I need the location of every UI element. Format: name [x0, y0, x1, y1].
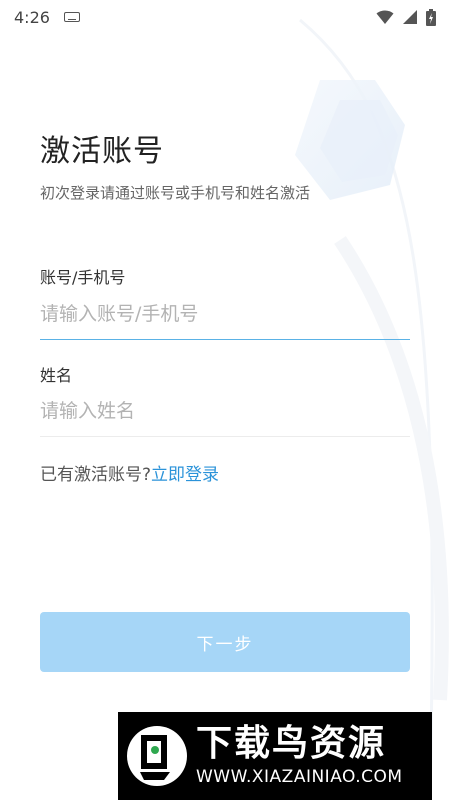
- name-underline: [40, 436, 410, 437]
- account-label: 账号/手机号: [40, 268, 126, 287]
- login-hint: 已有激活账号?立即登录: [40, 460, 219, 485]
- name-input[interactable]: [40, 389, 410, 433]
- name-label: 姓名: [40, 366, 73, 385]
- wifi-icon: [376, 10, 394, 24]
- keyboard-icon: [63, 12, 80, 22]
- account-underline: [40, 339, 410, 340]
- activate-account-screen: 4:26 激活账号 初次登录请通过账号或手机号和姓名激活 账号/手机号 姓名 已…: [0, 0, 450, 800]
- account-input[interactable]: [40, 292, 410, 336]
- next-button[interactable]: 下一步: [40, 612, 410, 672]
- battery-icon: [426, 8, 436, 26]
- watermark-banner: 下载鸟资源 WWW.XIAZAINIAO.COM: [118, 712, 432, 800]
- login-hint-text: 已有激活账号?: [40, 465, 152, 485]
- page-subtitle: 初次登录请通过账号或手机号和姓名激活: [40, 184, 311, 202]
- watermark-title: 下载鸟资源: [196, 723, 387, 764]
- watermark-url: WWW.XIAZAINIAO.COM: [196, 767, 403, 787]
- bird-logo-icon: [127, 726, 187, 786]
- login-now-link[interactable]: 立即登录: [151, 465, 219, 485]
- status-time: 4:26: [14, 7, 50, 27]
- signal-icon: [403, 10, 417, 24]
- page-title: 激活账号: [40, 134, 164, 169]
- status-bar: 4:26: [0, 0, 450, 34]
